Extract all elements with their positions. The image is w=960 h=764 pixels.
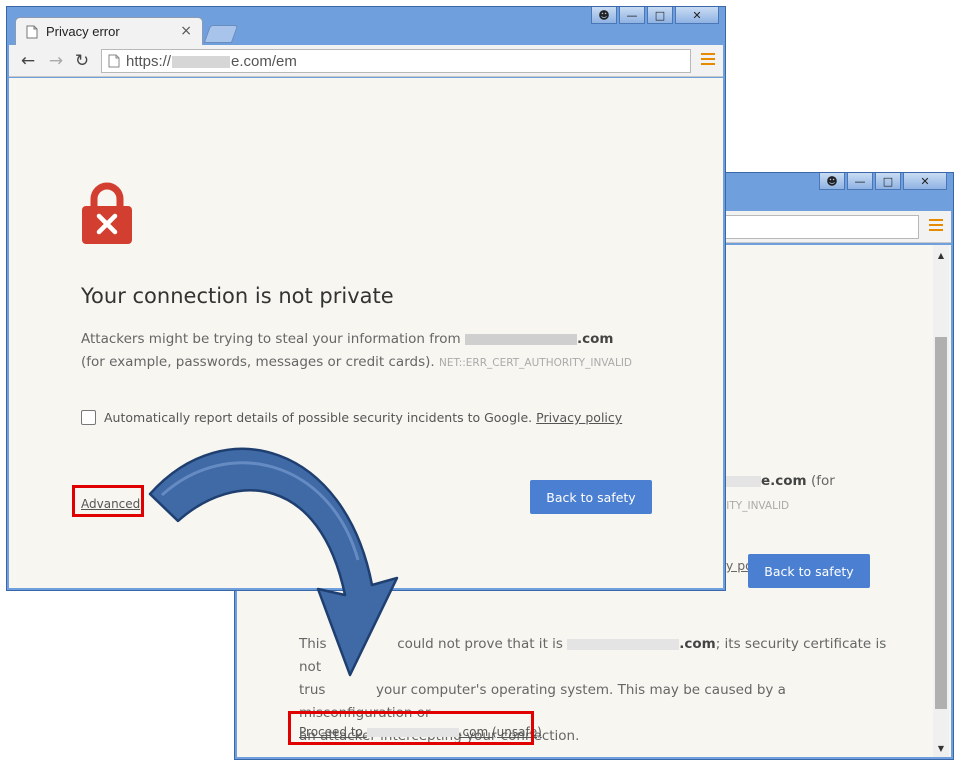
- curved-arrow-icon: [148, 447, 399, 677]
